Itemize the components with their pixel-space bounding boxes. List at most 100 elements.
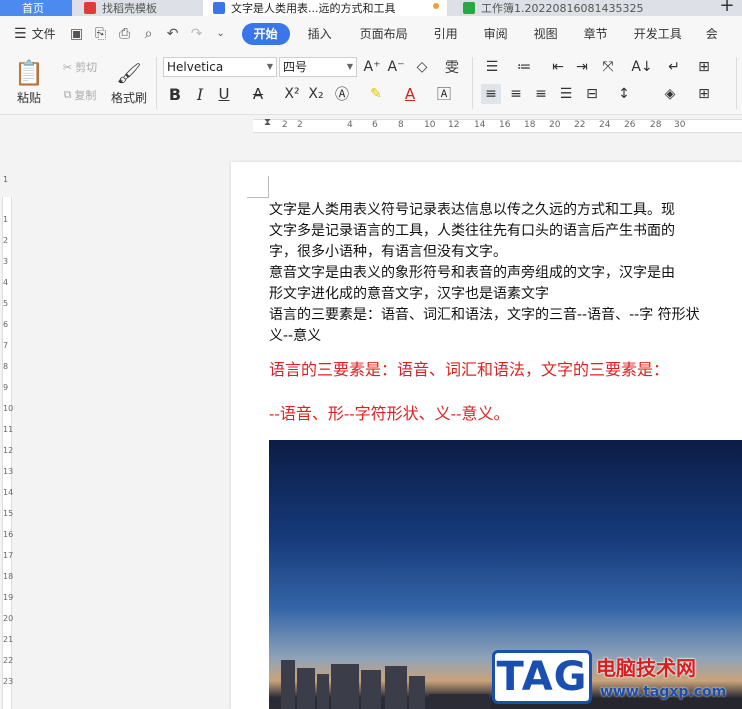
copy-label: 复制 [74,89,97,102]
show-marks-icon[interactable]: ↵ [664,57,684,77]
body-text-line[interactable]: 语言的三要素是：语音、词汇和语法，文字的三音--语音、--字 符形状 [269,305,742,326]
ribbon-divider [156,57,157,109]
ruler-tick: 12 [3,446,14,455]
cut-button[interactable]: ✂ 剪切 [56,57,104,77]
highlight-icon[interactable]: ✎ [366,84,386,104]
font-size-value: 四号 [283,60,308,74]
file-menu-label: 文件 [31,27,56,41]
font-name-combo[interactable]: Helvetica ▼ [163,57,277,77]
border-icon[interactable]: ⊞ [694,84,714,104]
ruler-tick: 16 [3,530,14,539]
ruler-tick: 13 [3,467,14,476]
grow-font-icon[interactable]: A⁺ [362,57,382,77]
decrease-indent-icon[interactable]: ⇤ [548,57,568,77]
ruler-tick: 12 [448,120,460,130]
export-pdf-icon[interactable]: ⎘ [92,25,110,43]
hamburger-icon: ☰ [14,25,27,42]
ruler-tick: 14 [3,488,14,497]
justify-icon[interactable]: ☰ [556,84,576,104]
ruler-tick: 6 [372,120,378,130]
undo-icon[interactable]: ↶ [164,25,182,43]
text-effect-icon[interactable]: Ⓐ [332,84,352,104]
tab-member[interactable]: 会 [696,23,728,45]
new-tab-plus-icon[interactable]: + [712,0,742,16]
indent-marker-icon[interactable]: ⧗ [264,117,271,128]
tab-start[interactable]: 开始 [241,22,290,45]
shrink-font-icon[interactable]: A⁻ [386,57,406,77]
tab-spreadsheet[interactable]: 工作簿1.20220816081435325 [453,0,693,16]
margin-corner-mark [247,176,269,198]
tab-references[interactable]: 引用 [424,23,468,45]
ruler-tick: 18 [3,572,14,581]
redo-icon[interactable]: ↷ [188,25,206,43]
subscript-icon[interactable]: X₂ [306,84,326,104]
print-icon[interactable]: ⎙ [116,25,134,43]
quick-access-dropdown-icon[interactable]: ⌄ [212,25,230,43]
chinese-layout-icon[interactable]: ⤧ [598,57,618,77]
align-center-icon[interactable]: ≡ [506,84,526,104]
body-text-line[interactable]: 意音文字是由表义的象形符号和表音的声旁组成的文字，汉字是由 [269,263,742,284]
tab-view[interactable]: 视图 [524,23,568,45]
ruler-tick: 20 [3,614,14,623]
body-text-line[interactable]: 形文字进化成的意音文字，汉字也是语素文字 [269,284,742,305]
tab-document[interactable]: 文字是人类用表...远的方式和工具 [203,0,447,16]
body-text-line[interactable]: 文字是人类用表义符号记录表达信息以传之久远的方式和工具。现 [269,200,742,221]
format-painter-button[interactable]: 🖌 格式刷 [108,55,150,109]
tab-home[interactable]: 首页 [0,0,72,16]
clear-format-icon[interactable]: ◇ [412,57,432,77]
tab-chapter[interactable]: 章节 [574,23,618,45]
shading-icon[interactable]: ◈ [660,84,680,104]
bold-icon[interactable]: B [165,84,185,104]
tab-developer[interactable]: 开发工具 [624,23,692,45]
phonetic-guide-icon[interactable]: 雯 [438,57,466,77]
ruler-tick: 22 [574,120,586,130]
ruler-tick: 4 [3,278,9,287]
character-border-icon[interactable]: 🄰 [434,84,454,104]
underline-icon[interactable]: U [214,84,234,104]
increase-indent-icon[interactable]: ⇥ [572,57,592,77]
copy-button[interactable]: ⧉ 复制 [56,85,104,105]
ruler-tick: 10 [424,120,436,130]
strikethrough-icon[interactable]: A [248,84,268,104]
ruler-tick: 22 [3,656,14,665]
body-text-line[interactable]: 义--意义 [269,326,742,347]
tab-page-layout[interactable]: 页面布局 [350,23,418,45]
file-menu-button[interactable]: ☰ 文件 [14,25,56,42]
clipboard-icon: 📋 [14,58,44,87]
ribbon-divider [736,57,737,109]
tab-stop-icon[interactable]: ⊞ [694,57,714,77]
line-spacing-icon[interactable]: ↕ [614,84,634,104]
red-text-line[interactable]: --语音、形--字符形状、义--意义。 [269,400,509,424]
tab-templates[interactable]: 找稻壳模板 [74,0,200,16]
ruler-tick: 2 [3,236,9,245]
font-color-icon[interactable]: A [400,84,420,104]
align-left-icon[interactable]: ≡ [481,84,501,104]
ruler-tick: 1 [3,215,9,224]
print-preview-icon[interactable]: ⌕ [140,25,158,43]
ruler-tick: 5 [3,299,9,308]
italic-icon[interactable]: I [190,84,210,104]
document-page[interactable]: 文字是人类用表义符号记录表达信息以传之久远的方式和工具。现 文字多是记录语言的工… [231,162,742,709]
bullet-list-icon[interactable]: ☰ [482,57,502,77]
body-text-line[interactable]: 字，很多小语种，有语言但没有文字。 [269,242,742,263]
ribbon-toolbar: 📋 粘贴 ✂ 剪切 ⧉ 复制 🖌 格式刷 Helvetica ▼ 四号 ▼ A⁺… [0,51,742,115]
body-text-line[interactable]: 文字多是记录语言的工具，人类往往先有口头的语言后产生书面的 [269,221,742,242]
ruler-tick: 3 [3,257,9,266]
align-right-icon[interactable]: ≡ [531,84,551,104]
tab-insert[interactable]: 插入 [298,23,342,45]
numbered-list-icon[interactable]: ≔ [514,57,534,77]
paste-button[interactable]: 📋 粘贴 [10,55,48,109]
tab-spreadsheet-label: 工作簿1.20220816081435325 [481,2,644,15]
document-tab-strip: 首页 找稻壳模板 文字是人类用表...远的方式和工具 工作簿1.20220816… [0,0,742,16]
ruler-tick: 24 [599,120,611,130]
sort-icon[interactable]: A↓ [631,57,652,77]
tab-review[interactable]: 审阅 [474,23,518,45]
red-text-line[interactable]: 语言的三要素是：语音、词汇和语法，文字的三要素是： [269,356,669,380]
superscript-icon[interactable]: X² [282,84,302,104]
cut-label: 剪切 [75,61,98,74]
font-size-combo[interactable]: 四号 ▼ [279,57,357,77]
distributed-align-icon[interactable]: ⊟ [582,84,602,104]
chevron-down-icon: ▼ [346,62,353,71]
save-icon[interactable]: ▣ [68,25,86,43]
paste-label: 粘贴 [16,90,41,105]
